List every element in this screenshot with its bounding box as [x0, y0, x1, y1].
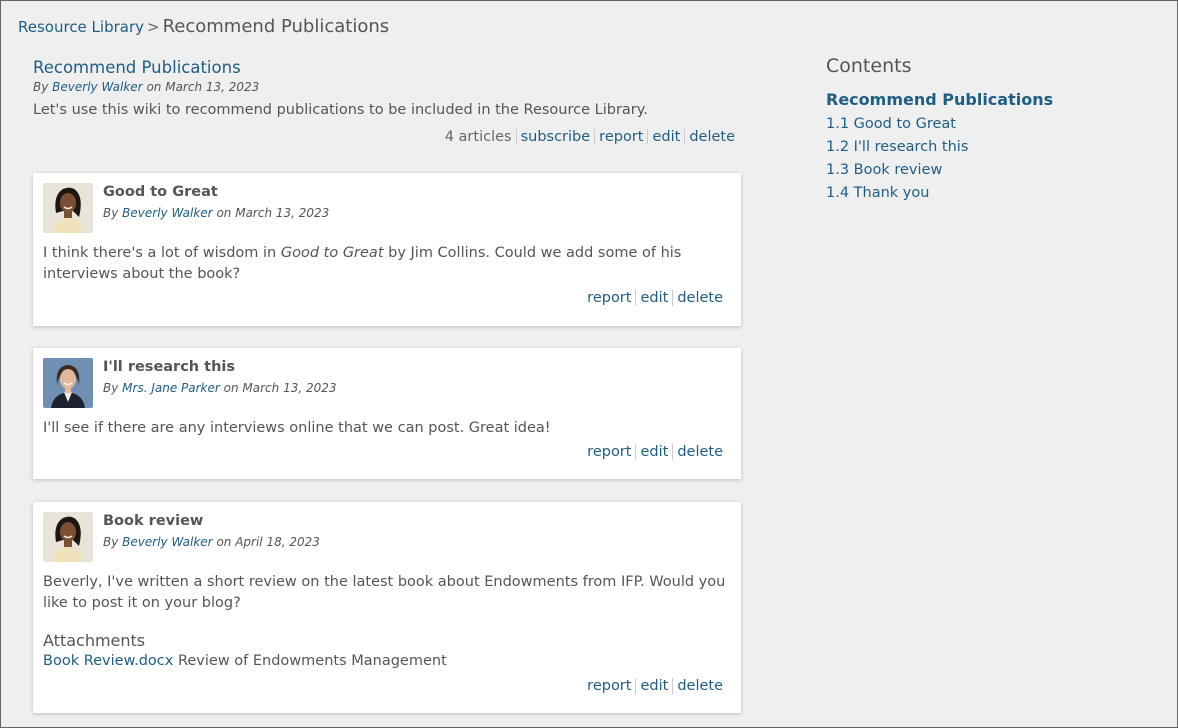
article-card: I'll research this By Mrs. Jane Parker o…: [33, 348, 741, 479]
contents-item-thank-you[interactable]: 1.4 Thank you: [826, 185, 1156, 201]
attachments-heading: Attachments: [43, 631, 146, 650]
avatar: [43, 358, 93, 408]
article-author-link[interactable]: Beverly Walker: [122, 535, 212, 549]
avatar: [43, 512, 93, 562]
avatar: [43, 183, 93, 233]
breadcrumb: Resource Library > Recommend Publications: [18, 16, 389, 37]
report-link[interactable]: report: [587, 444, 631, 460]
contents-item-ill-research-this[interactable]: 1.2 I'll research this: [826, 139, 1156, 155]
article-meta: By Beverly Walker on March 13, 2023: [103, 206, 330, 220]
article-card: Good to Great By Beverly Walker on March…: [33, 173, 741, 326]
breadcrumb-separator: >: [147, 18, 160, 36]
delete-link[interactable]: delete: [677, 290, 723, 306]
report-link[interactable]: report: [587, 678, 631, 694]
attachment-row: Book Review.docx Review of Endowments Ma…: [43, 653, 447, 669]
article-count: 4 articles: [444, 129, 512, 145]
contents-item-book-review[interactable]: 1.3 Book review: [826, 162, 1156, 178]
wiki-delete-link[interactable]: delete: [689, 129, 735, 145]
contents-item-good-to-great[interactable]: 1.1 Good to Great: [826, 116, 1156, 132]
edit-link[interactable]: edit: [640, 444, 668, 460]
article-meta: By Mrs. Jane Parker on March 13, 2023: [103, 381, 337, 395]
wiki-description: Let's use this wiki to recommend publica…: [33, 102, 648, 118]
article-actions: report edit delete: [583, 444, 727, 460]
article-actions: report edit delete: [583, 290, 727, 306]
wiki-edit-link[interactable]: edit: [652, 129, 680, 145]
wiki-report-link[interactable]: report: [599, 129, 643, 145]
article-title[interactable]: Good to Great: [103, 184, 218, 200]
wiki-header: Recommend Publications By Beverly Walker…: [33, 58, 743, 145]
article-actions: report edit delete: [583, 678, 727, 694]
article-title[interactable]: Book review: [103, 513, 203, 529]
edit-link[interactable]: edit: [640, 290, 668, 306]
article-title[interactable]: I'll research this: [103, 359, 235, 375]
breadcrumb-resource-library[interactable]: Resource Library: [18, 18, 144, 36]
article-author-link[interactable]: Mrs. Jane Parker: [122, 381, 220, 395]
delete-link[interactable]: delete: [677, 678, 723, 694]
article-card: Book review By Beverly Walker on April 1…: [33, 502, 741, 713]
article-body: I think there's a lot of wisdom in Good …: [43, 245, 682, 282]
attachment-file-link[interactable]: Book Review.docx: [43, 653, 173, 669]
wiki-title[interactable]: Recommend Publications: [33, 58, 743, 77]
contents-panel: Contents Recommend Publications 1.1 Good…: [826, 55, 1156, 201]
wiki-author-link[interactable]: Beverly Walker: [52, 80, 142, 94]
wiki-meta: By Beverly Walker on March 13, 2023: [33, 80, 260, 94]
contents-top-link[interactable]: Recommend Publications: [826, 90, 1156, 109]
article-author-link[interactable]: Beverly Walker: [122, 206, 212, 220]
wiki-actions: 4 articles subscribe report edit delete: [33, 129, 743, 145]
delete-link[interactable]: delete: [677, 444, 723, 460]
edit-link[interactable]: edit: [640, 678, 668, 694]
article-body: I'll see if there are any interviews onl…: [43, 420, 551, 436]
attachment-description: Review of Endowments Management: [177, 653, 447, 669]
report-link[interactable]: report: [587, 290, 631, 306]
subscribe-link[interactable]: subscribe: [521, 129, 591, 145]
article-body: Beverly, I've written a short review on …: [43, 574, 726, 611]
article-meta: By Beverly Walker on April 18, 2023: [103, 535, 320, 549]
contents-heading: Contents: [826, 55, 912, 77]
breadcrumb-current: Recommend Publications: [162, 16, 390, 37]
